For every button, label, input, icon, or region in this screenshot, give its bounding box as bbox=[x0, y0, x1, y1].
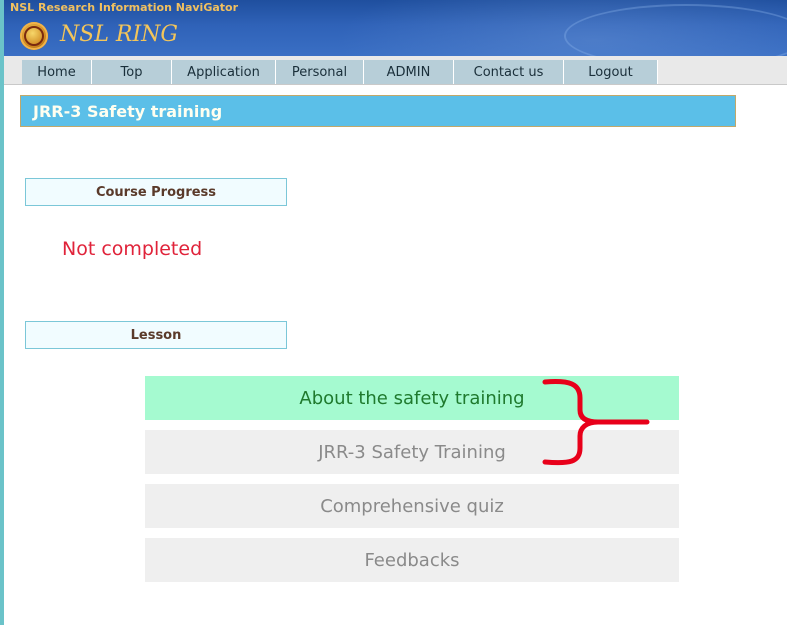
nav-tab-personal[interactable]: Personal bbox=[276, 60, 364, 84]
lesson-section-label: Lesson bbox=[25, 321, 287, 349]
left-border bbox=[0, 0, 4, 625]
logo-emblem-icon[interactable] bbox=[20, 22, 48, 50]
page-title: JRR-3 Safety training bbox=[20, 95, 736, 127]
progress-status: Not completed bbox=[62, 238, 203, 260]
nav-tab-top[interactable]: Top bbox=[92, 60, 172, 84]
site-header: NSL Research Information NaviGator NSL R… bbox=[4, 0, 787, 56]
site-subtitle: NSL Research Information NaviGator bbox=[10, 1, 239, 14]
main-nav: Home Top Application Personal ADMIN Cont… bbox=[4, 56, 787, 85]
annotation-brace-icon bbox=[542, 379, 650, 466]
lesson-comprehensive-quiz[interactable]: Comprehensive quiz bbox=[145, 484, 679, 528]
nav-tab-contact[interactable]: Contact us bbox=[454, 60, 564, 84]
nav-tab-logout[interactable]: Logout bbox=[564, 60, 658, 84]
annotation-brace-path bbox=[542, 379, 650, 466]
site-title[interactable]: NSL RING bbox=[60, 22, 178, 47]
nav-tab-home[interactable]: Home bbox=[22, 60, 92, 84]
nav-tab-application[interactable]: Application bbox=[172, 60, 276, 84]
logo-ring bbox=[24, 26, 44, 46]
lesson-feedbacks[interactable]: Feedbacks bbox=[145, 538, 679, 582]
course-progress-label: Course Progress bbox=[25, 178, 287, 206]
nav-tab-admin[interactable]: ADMIN bbox=[364, 60, 454, 84]
